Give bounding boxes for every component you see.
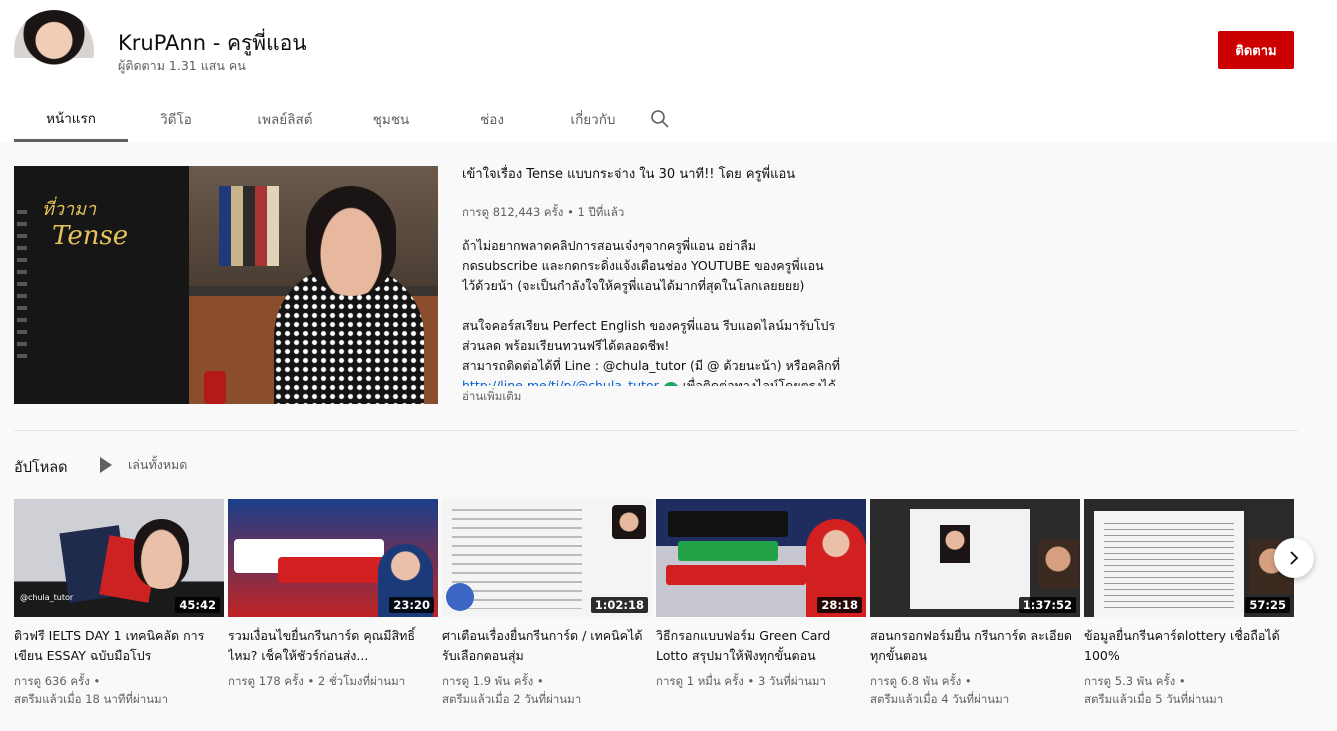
- video-card[interactable]: 23:20 รวมเงื่อนไขยื่นกรีนการ์ด คุณมีสิทธ…: [228, 499, 438, 690]
- video-thumbnail[interactable]: @chula_tutor 45:42: [14, 499, 224, 617]
- shelf-next-button[interactable]: [1274, 538, 1314, 578]
- thumb-banner: [666, 565, 806, 585]
- video-views: การดู 6.8 พัน ครั้ง •: [870, 674, 972, 688]
- video-meta: การดู 1.9 พัน ครั้ง • สตรีมแล้วเมื่อ 2 ว…: [442, 672, 652, 708]
- video-duration: 45:42: [175, 597, 220, 613]
- bookshelf: [219, 186, 279, 266]
- red-cup: [204, 371, 226, 404]
- search-icon[interactable]: [638, 96, 682, 142]
- thumb-banner: [668, 511, 788, 537]
- whiteboard-toolbar: [17, 210, 27, 360]
- video-meta: การดู 6.8 พัน ครั้ง • สตรีมแล้วเมื่อ 4 ว…: [870, 672, 1080, 708]
- video-card[interactable]: 28:18 วิธีกรอกแบบฟอร์ม Green Card Lotto …: [656, 499, 866, 690]
- play-all-label: เล่นทั้งหมด: [128, 457, 188, 472]
- thumb-presenter: [612, 505, 646, 539]
- whiteboard: [14, 166, 189, 404]
- video-duration: 28:18: [817, 597, 862, 613]
- channel-tabs: หน้าแรก วิดีโอ เพลย์ลิสต์ ชุมชน ช่อง เกี…: [14, 96, 682, 142]
- link-suffix: เพื่อติดต่อทางไลน์โดยตรงได้: [682, 378, 836, 386]
- video-title[interactable]: รวมเงื่อนไขยื่นกรีนการ์ด คุณมีสิทธิ์ไหม?…: [228, 626, 438, 666]
- thumb-photo: [940, 525, 970, 563]
- video-card[interactable]: 1:37:52 สอนกรอกฟอร์มยื่น กรีนการ์ด ละเอี…: [870, 499, 1080, 708]
- video-meta: การดู 636 ครั้ง • สตรีมแล้วเมื่อ 18 นาที…: [14, 672, 224, 708]
- video-views: การดู 178 ครั้ง • 2 ชั่วโมงที่ผ่านมา: [228, 674, 406, 688]
- video-card[interactable]: 57:25 ข้อมูลยื่นกรีนคาร์ดlottery เชื่อถื…: [1084, 499, 1294, 708]
- video-thumbnail[interactable]: 1:37:52: [870, 499, 1080, 617]
- chevron-right-icon: [1290, 551, 1299, 565]
- featured-video-meta: การดู 812,443 ครั้ง • 1 ปีที่แล้ว: [462, 205, 625, 219]
- video-thumbnail[interactable]: 23:20: [228, 499, 438, 617]
- video-thumbnail[interactable]: 1:02:18: [442, 499, 652, 617]
- presenter-head: [306, 186, 396, 296]
- description-line: สนใจคอร์สเรียน Perfect English ของครูพี่…: [462, 318, 836, 333]
- section-divider: [14, 430, 1298, 431]
- video-meta: การดู 5.3 พัน ครั้ง • สตรีมแล้วเมื่อ 5 ว…: [1084, 672, 1294, 708]
- description-line: ไว้ด้วยน้า (จะเป็นกำลังใจให้ครูพี่แอนได้…: [462, 278, 805, 293]
- featured-video-description: ถ้าไม่อยากพลาดคลิปการสอนเจ๋งๆจากครูพี่แอ…: [462, 236, 864, 386]
- description-line: กดsubscribe และกดกระดิ่งแจ้งเตือนช่อง YO…: [462, 258, 824, 273]
- video-meta: การดู 1 หมื่น ครั้ง • 3 วันที่ผ่านมา: [656, 672, 866, 690]
- description-line: สามารถติดต่อได้ที่ Line : @chula_tutor (…: [462, 358, 840, 373]
- whiteboard-text-2: Tense: [52, 221, 129, 251]
- uploads-title[interactable]: อัปโหลด: [14, 456, 68, 479]
- thumb-banner: [278, 557, 388, 583]
- featured-video-thumbnail[interactable]: ที่วามา Tense: [14, 166, 438, 404]
- video-duration: 23:20: [389, 597, 434, 613]
- play-all-button[interactable]: เล่นทั้งหมด: [100, 455, 187, 475]
- tab-community[interactable]: ชุมชน: [346, 96, 436, 142]
- video-title[interactable]: ติวฟรี IELTS DAY 1 เทคนิคลัด การเขียน ES…: [14, 626, 224, 666]
- description-line: ถ้าไม่อยากพลาดคลิปการสอนเจ๋งๆจากครูพี่แอ…: [462, 238, 756, 253]
- whiteboard-text-1: ที่วามา: [42, 199, 97, 220]
- video-title[interactable]: ข้อมูลยื่นกรีนคาร์ดlottery เชื่อถือได้ 1…: [1084, 626, 1294, 666]
- channel-avatar[interactable]: [14, 10, 94, 90]
- tab-about[interactable]: เกี่ยวกับ: [548, 96, 638, 142]
- thumb-webcam: [1038, 539, 1078, 589]
- play-all-icon: [100, 457, 112, 473]
- video-views: การดู 1 หมื่น ครั้ง • 3 วันที่ผ่านมา: [656, 674, 826, 688]
- subscriber-count: ผู้ติดตาม 1.31 แสน คน: [118, 58, 246, 73]
- thumb-document: [1094, 511, 1244, 617]
- video-time: สตรีมแล้วเมื่อ 18 นาทีที่ผ่านมา: [14, 692, 169, 706]
- verified-check-icon: ✓: [662, 382, 679, 386]
- video-duration: 1:37:52: [1018, 597, 1076, 613]
- thumb-banner: [678, 541, 778, 561]
- video-time: สตรีมแล้วเมื่อ 5 วันที่ผ่านมา: [1084, 692, 1224, 706]
- video-thumbnail[interactable]: 57:25: [1084, 499, 1294, 617]
- read-more-link[interactable]: อ่านเพิ่มเติม: [462, 388, 521, 406]
- tab-videos[interactable]: วิดีโอ: [128, 96, 224, 142]
- video-views: การดู 1.9 พัน ครั้ง •: [442, 674, 544, 688]
- video-card[interactable]: 1:02:18 ศาเตือนเรื่องยื่นกรีนการ์ด / เทค…: [442, 499, 652, 708]
- video-title[interactable]: สอนกรอกฟอร์มยื่น กรีนการ์ด ละเอียดทุกขั้…: [870, 626, 1080, 666]
- video-meta: การดู 178 ครั้ง • 2 ชั่วโมงที่ผ่านมา: [228, 672, 438, 690]
- video-duration: 57:25: [1245, 597, 1290, 613]
- description-gap: [462, 296, 864, 316]
- tab-playlists[interactable]: เพลย์ลิสต์: [224, 96, 346, 142]
- video-time: สตรีมแล้วเมื่อ 4 วันที่ผ่านมา: [870, 692, 1010, 706]
- video-duration: 1:02:18: [590, 597, 648, 613]
- video-time: สตรีมแล้วเมื่อ 2 วันที่ผ่านมา: [442, 692, 582, 706]
- thumb-document-lines: [1104, 523, 1234, 613]
- video-card[interactable]: @chula_tutor 45:42 ติวฟรี IELTS DAY 1 เท…: [14, 499, 224, 708]
- description-link-line: http://line.me/ti/p/@chula_tutor ✓ เพื่อ…: [462, 376, 864, 386]
- description-line: ส่วนลด พร้อมเรียนทวนฟรีได้ตลอดชีพ!: [462, 338, 670, 353]
- thumb-caption: @chula_tutor: [20, 593, 74, 602]
- thumb-logo: [446, 583, 474, 611]
- video-views: การดู 5.3 พัน ครั้ง •: [1084, 674, 1186, 688]
- featured-video-title[interactable]: เข้าใจเรื่อง Tense แบบกระจ่าง ใน 30 นาที…: [462, 166, 795, 184]
- video-title[interactable]: วิธีกรอกแบบฟอร์ม Green Card Lotto สรุปมา…: [656, 626, 866, 666]
- channel-header: KruPAnn - ครูพี่แอน ผู้ติดตาม 1.31 แสน ค…: [0, 0, 1337, 142]
- video-thumbnail[interactable]: 28:18: [656, 499, 866, 617]
- line-link[interactable]: http://line.me/ti/p/@chula_tutor: [462, 378, 659, 386]
- thumb-document: [910, 509, 1030, 609]
- subscribe-button[interactable]: ติดตาม: [1218, 31, 1294, 69]
- video-views: การดู 636 ครั้ง •: [14, 674, 101, 688]
- tab-channels[interactable]: ช่อง: [436, 96, 548, 142]
- video-title[interactable]: ศาเตือนเรื่องยื่นกรีนการ์ด / เทคนิคได้รั…: [442, 626, 652, 666]
- tab-home[interactable]: หน้าแรก: [14, 96, 128, 142]
- thumb-presenter: [134, 519, 189, 589]
